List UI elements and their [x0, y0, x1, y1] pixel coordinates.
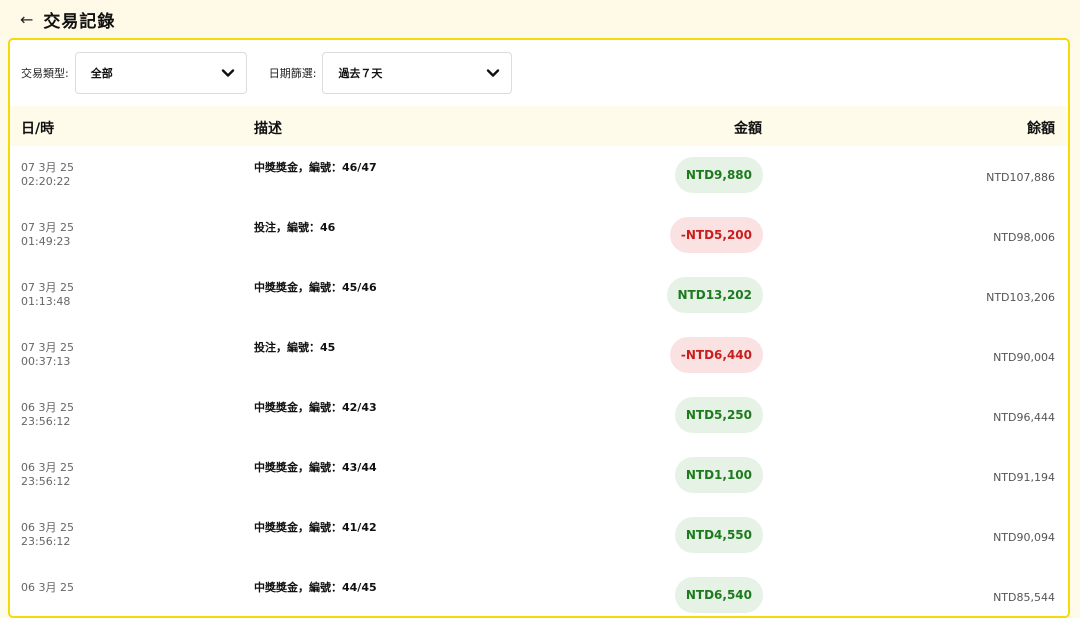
row-date: 06 3月 25	[21, 521, 74, 534]
row-balance: NTD90,004	[993, 351, 1055, 364]
row-date: 07 3月 25	[21, 341, 74, 354]
row-description: 中獎獎金，編號：45/46	[254, 281, 377, 294]
row-balance: NTD91,194	[993, 471, 1055, 484]
table-row: 06 3月 25 23:56:12 中獎獎金，編號：42/43 NTD5,250…	[10, 386, 1068, 446]
row-description: 中獎獎金，編號：44/45	[254, 581, 377, 594]
filter-bar: 交易類型: 全部 日期篩選: 過去７天	[10, 40, 1068, 106]
row-datetime: 06 3月 25 23:56:12	[21, 401, 74, 429]
row-description: 中獎獎金，編號：43/44	[254, 461, 377, 474]
column-header-amount: 金額	[734, 121, 762, 137]
transaction-list: 07 3月 25 02:20:22 中獎獎金，編號：46/47 NTD9,880…	[10, 146, 1068, 616]
row-amount-badge: NTD9,880	[674, 157, 763, 193]
row-balance: NTD90,094	[993, 531, 1055, 544]
row-amount-badge: NTD1,100	[674, 457, 763, 493]
page-title: 交易記錄	[43, 11, 116, 32]
table-row: 07 3月 25 01:13:48 中獎獎金，編號：45/46 NTD13,20…	[10, 266, 1068, 326]
row-time: 23:56:12	[21, 475, 71, 488]
row-time: 01:49:23	[21, 235, 71, 248]
row-date: 06 3月 25	[21, 401, 74, 414]
row-time: 01:13:48	[21, 295, 71, 308]
type-filter-value: 全部	[90, 67, 113, 80]
column-header-balance: 餘額	[1027, 121, 1055, 137]
row-time: 00:37:13	[21, 355, 71, 368]
row-amount-badge: NTD4,550	[674, 517, 763, 553]
row-datetime: 06 3月 25 23:56:12	[21, 461, 74, 489]
row-amount-badge: NTD13,202	[666, 277, 763, 313]
row-time: 23:56:12	[21, 415, 71, 428]
row-datetime: 07 3月 25 00:37:13	[21, 341, 74, 369]
table-row: 06 3月 25 中獎獎金，編號：44/45 NTD6,540 NTD85,54…	[10, 566, 1068, 616]
row-amount-badge: NTD6,540	[674, 577, 763, 613]
row-balance: NTD85,544	[993, 591, 1055, 604]
row-datetime: 07 3月 25 02:20:22	[21, 161, 74, 189]
row-date: 06 3月 25	[21, 461, 74, 474]
type-filter-select[interactable]: 全部	[74, 52, 247, 94]
row-datetime: 06 3月 25 23:56:12	[21, 521, 74, 549]
row-time: 02:20:22	[21, 175, 71, 188]
row-amount-badge: -NTD6,440	[669, 337, 763, 373]
row-description: 中獎獎金，編號：46/47	[254, 161, 377, 174]
table-row: 07 3月 25 01:49:23 投注，編號：46 -NTD5,200 NTD…	[10, 206, 1068, 266]
row-description: 中獎獎金，編號：41/42	[254, 521, 377, 534]
row-datetime: 06 3月 25	[21, 581, 74, 595]
row-balance: NTD107,886	[986, 171, 1055, 184]
row-balance: NTD103,206	[986, 291, 1055, 304]
row-date: 07 3月 25	[21, 281, 74, 294]
chevron-down-icon	[221, 69, 234, 77]
row-description: 投注，編號：45	[254, 341, 336, 354]
row-amount-badge: NTD5,250	[674, 397, 763, 433]
row-date: 06 3月 25	[21, 581, 74, 594]
row-date: 07 3月 25	[21, 161, 74, 174]
column-header-description: 描述	[254, 121, 282, 137]
date-filter-select[interactable]: 過去７天	[322, 52, 513, 94]
page-header: ← 交易記錄	[0, 0, 1080, 38]
table-row: 06 3月 25 23:56:12 中獎獎金，編號：41/42 NTD4,550…	[10, 506, 1068, 566]
row-datetime: 07 3月 25 01:13:48	[21, 281, 74, 309]
back-arrow-icon[interactable]: ←	[20, 10, 33, 29]
row-description: 投注，編號：46	[254, 221, 336, 234]
table-row: 07 3月 25 00:37:13 投注，編號：45 -NTD6,440 NTD…	[10, 326, 1068, 386]
type-filter-label: 交易類型:	[21, 67, 69, 80]
table-row: 07 3月 25 02:20:22 中獎獎金，編號：46/47 NTD9,880…	[10, 146, 1068, 206]
row-time: 23:56:12	[21, 535, 71, 548]
row-balance: NTD98,006	[993, 231, 1055, 244]
row-datetime: 07 3月 25 01:49:23	[21, 221, 74, 249]
date-filter-label: 日期篩選:	[268, 67, 317, 80]
row-balance: NTD96,444	[993, 411, 1055, 424]
row-description: 中獎獎金，編號：42/43	[254, 401, 377, 414]
table-header: 日/時 描述 金額 餘額	[10, 106, 1068, 146]
row-date: 07 3月 25	[21, 221, 74, 234]
table-row: 06 3月 25 23:56:12 中獎獎金，編號：43/44 NTD1,100…	[10, 446, 1068, 506]
chevron-down-icon	[487, 69, 500, 77]
transactions-panel: 交易類型: 全部 日期篩選: 過去７天 日/時 描述 金額 餘額 07 3月 2…	[8, 38, 1070, 618]
column-header-date: 日/時	[21, 121, 55, 137]
row-amount-badge: -NTD5,200	[669, 217, 763, 253]
date-filter-value: 過去７天	[338, 67, 383, 80]
